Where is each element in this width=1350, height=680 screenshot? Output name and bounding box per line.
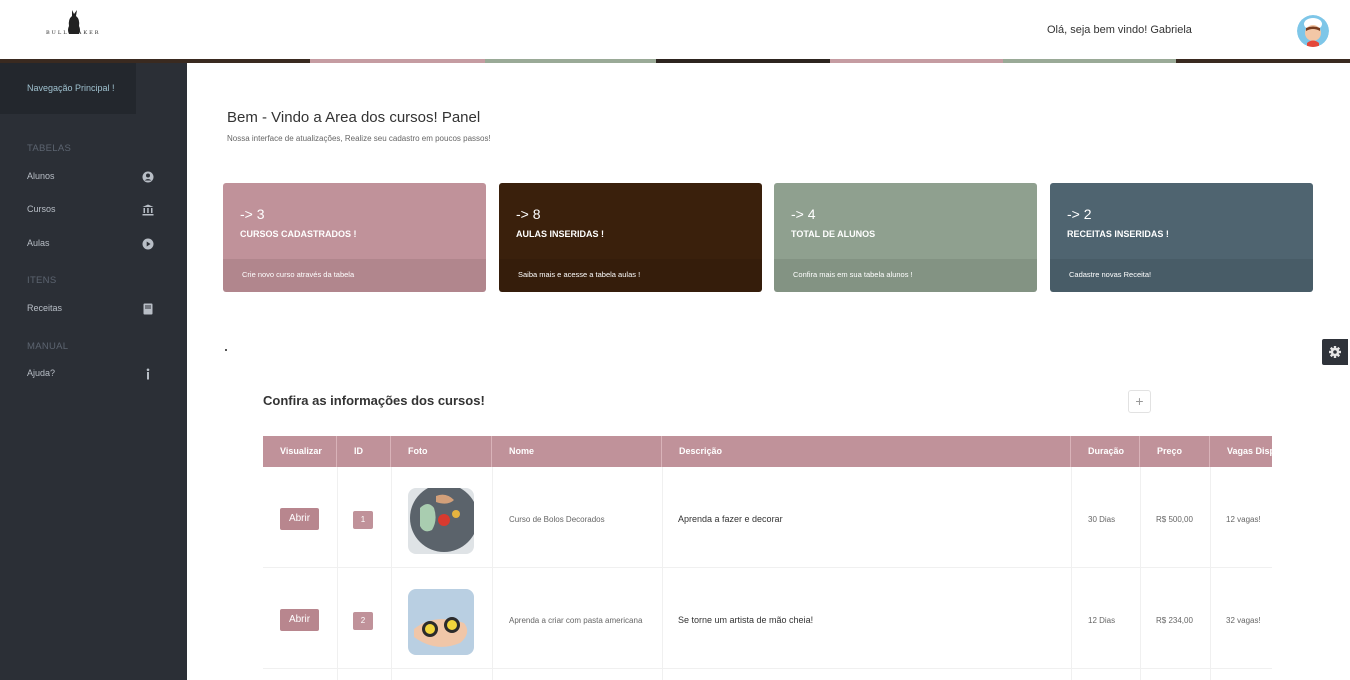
course-duration: 30 Dias: [1088, 515, 1116, 524]
table-title: Confira as informações dos cursos!: [263, 393, 485, 408]
play-circle-icon: [142, 238, 154, 250]
sidebar: Navegação Principal ! TABELAS Alunos Cur…: [0, 63, 187, 680]
stat-footer-text: Saiba mais e acesse a tabela aulas !: [518, 270, 641, 279]
course-seats: 12 vagas!: [1226, 515, 1261, 524]
stat-footer-text: Cadastre novas Receita!: [1069, 270, 1152, 279]
sidebar-item-label: Ajuda?: [27, 368, 56, 378]
course-description: Se torne um artista de mão cheia!: [678, 615, 814, 625]
stat-footer-text: Confira mais em sua tabela alunos !: [793, 270, 913, 279]
open-course-button[interactable]: Abrir: [280, 508, 319, 530]
stat-footer-text: Crie novo curso através da tabela: [242, 270, 355, 279]
courses-table: Visualizar ID Foto Nome Descrição Duraçã…: [263, 436, 1272, 680]
sidebar-item-ajuda[interactable]: Ajuda?: [27, 368, 157, 386]
user-circle-icon: [142, 171, 154, 183]
add-course-button[interactable]: +: [1128, 390, 1151, 413]
course-photo: [408, 589, 474, 655]
top-bar: BULL BAKER Olá, seja bem vindo! Gabriela: [0, 0, 1350, 60]
stat-label: AULAS INSERIDAS !: [516, 229, 605, 239]
sidebar-item-receitas[interactable]: Receitas: [27, 303, 157, 321]
main-content: Bem - Vindo a Area dos cursos! Panel Nos…: [187, 63, 1322, 680]
course-description: Aprenda a fazer e decorar: [678, 514, 783, 524]
page-subtitle: Nossa interface de atualizações, Realize…: [227, 134, 491, 143]
stat-footer[interactable]: Saiba mais e acesse a tabela aulas !: [499, 259, 762, 292]
separator-dot: [225, 349, 227, 351]
course-price: R$ 500,00: [1156, 515, 1193, 524]
column-header-nome[interactable]: Nome: [492, 436, 662, 467]
table-row: Abrir 2 Aprenda a criar com pasta americ…: [263, 568, 1272, 669]
info-icon: [146, 368, 150, 380]
bull-logo-icon[interactable]: [44, 8, 106, 42]
stat-value: -> 2: [1067, 206, 1092, 222]
gear-icon: [1329, 346, 1341, 358]
open-course-button[interactable]: Abrir: [280, 609, 319, 631]
column-header-id[interactable]: ID: [337, 436, 391, 467]
course-price: R$ 234,00: [1156, 616, 1193, 625]
stat-label: CURSOS CADASTRADOS !: [240, 229, 357, 239]
stat-footer[interactable]: Cadastre novas Receita!: [1050, 259, 1313, 292]
column-header-preco[interactable]: Preço: [1140, 436, 1210, 467]
course-photo: [408, 488, 474, 554]
column-header-vagas[interactable]: Vagas Disponíveis: [1210, 436, 1272, 467]
sidebar-item-alunos[interactable]: Alunos: [27, 171, 157, 189]
stat-footer[interactable]: Crie novo curso através da tabela: [223, 259, 486, 292]
sidebar-header: Navegação Principal !: [0, 63, 136, 114]
chef-avatar-icon[interactable]: [1297, 15, 1329, 47]
book-icon: [143, 303, 153, 315]
sidebar-section-tabelas: TABELAS: [27, 143, 72, 154]
table-row: Abrir 1 Curso de Bolos Decorados Aprenda…: [263, 467, 1272, 568]
sidebar-item-cursos[interactable]: Cursos: [27, 204, 157, 222]
stat-card-alunos[interactable]: -> 4 TOTAL DE ALUNOS Confira mais em sua…: [774, 183, 1037, 292]
sidebar-title: Navegação Principal !: [27, 83, 115, 93]
course-seats: 32 vagas!: [1226, 616, 1261, 625]
column-header-descricao[interactable]: Descrição: [662, 436, 1071, 467]
sidebar-section-itens: ITENS: [27, 275, 57, 286]
sidebar-item-aulas[interactable]: Aulas: [27, 238, 157, 256]
course-name: Aprenda a criar com pasta americana: [509, 616, 643, 625]
stat-value: -> 3: [240, 206, 265, 222]
stat-footer[interactable]: Confira mais em sua tabela alunos !: [774, 259, 1037, 292]
logo-text: BULL BAKER: [46, 30, 101, 36]
id-badge: 2: [353, 612, 373, 630]
stat-card-aulas[interactable]: -> 8 AULAS INSERIDAS ! Saiba mais e aces…: [499, 183, 762, 292]
sidebar-item-label: Receitas: [27, 303, 63, 313]
column-header-duracao[interactable]: Duração: [1071, 436, 1140, 467]
greeting-text: Olá, seja bem vindo! Gabriela: [1047, 24, 1192, 36]
stat-card-cursos[interactable]: -> 3 CURSOS CADASTRADOS ! Crie novo curs…: [223, 183, 486, 292]
sidebar-section-manual: MANUAL: [27, 341, 69, 352]
course-duration: 12 Dias: [1088, 616, 1116, 625]
settings-button[interactable]: [1322, 339, 1348, 365]
table-header-row: Visualizar ID Foto Nome Descrição Duraçã…: [263, 436, 1272, 467]
column-header-visualizar[interactable]: Visualizar: [263, 436, 337, 467]
bank-icon: [142, 204, 154, 216]
id-badge: 1: [353, 511, 373, 529]
column-header-foto[interactable]: Foto: [391, 436, 492, 467]
sidebar-item-label: Cursos: [27, 204, 56, 214]
stat-value: -> 4: [791, 206, 816, 222]
sidebar-item-label: Aulas: [27, 238, 50, 248]
stat-label: TOTAL DE ALUNOS: [791, 229, 876, 239]
stat-card-receitas[interactable]: -> 2 RECEITAS INSERIDAS ! Cadastre novas…: [1050, 183, 1313, 292]
stat-value: -> 8: [516, 206, 541, 222]
page-title: Bem - Vindo a Area dos cursos! Panel: [227, 109, 481, 126]
sidebar-item-label: Alunos: [27, 171, 55, 181]
stat-label: RECEITAS INSERIDAS !: [1067, 229, 1169, 239]
course-name: Curso de Bolos Decorados: [509, 515, 605, 524]
